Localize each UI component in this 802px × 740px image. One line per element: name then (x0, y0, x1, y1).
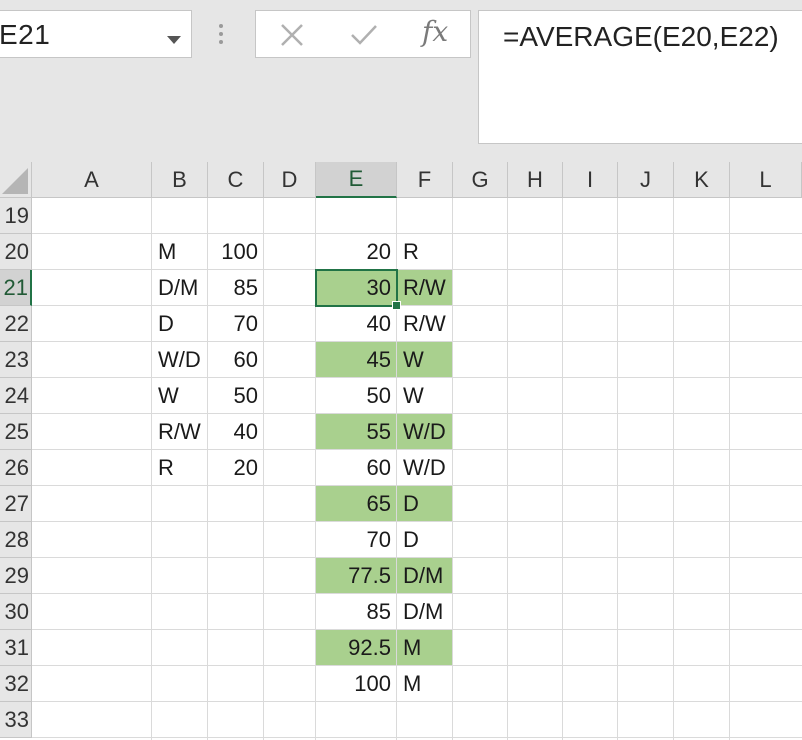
cell-b25[interactable]: R/W (152, 414, 208, 450)
cell-e25[interactable]: 55 (316, 414, 397, 450)
cell-c26[interactable]: 20 (208, 450, 264, 486)
chevron-down-icon[interactable] (167, 31, 181, 49)
insert-function-icon[interactable]: fx (422, 15, 448, 48)
column-header-b[interactable]: B (152, 162, 208, 198)
row-header-30[interactable]: 30 (0, 594, 32, 630)
formula-text[interactable]: =AVERAGE(E20,E22) (503, 21, 779, 53)
cell-b26[interactable]: R (152, 450, 208, 486)
gridline (729, 198, 730, 740)
cell-b20[interactable]: M (152, 234, 208, 270)
column-header-f[interactable]: F (397, 162, 453, 198)
cell-e29[interactable]: 77.5 (316, 558, 397, 594)
row-header-33[interactable]: 33 (0, 702, 32, 738)
row-header-25[interactable]: 25 (0, 414, 32, 450)
cell-b23[interactable]: W/D (152, 342, 208, 378)
column-header-l[interactable]: L (730, 162, 802, 198)
cell-f30[interactable]: D/M (397, 594, 453, 630)
row-header-23[interactable]: 23 (0, 342, 32, 378)
gridline (32, 737, 802, 738)
cell-e20[interactable]: 20 (316, 234, 397, 270)
cell-c23[interactable]: 60 (208, 342, 264, 378)
column-header-a[interactable]: A (32, 162, 152, 198)
cell-e28[interactable]: 70 (316, 522, 397, 558)
cell-c25[interactable]: 40 (208, 414, 264, 450)
cell-e27[interactable]: 65 (316, 486, 397, 522)
column-header-g[interactable]: G (453, 162, 508, 198)
cell-e31[interactable]: 92.5 (316, 630, 397, 666)
column-header-i[interactable]: I (563, 162, 618, 198)
cell-f31[interactable]: M (397, 630, 453, 666)
column-header-k[interactable]: K (674, 162, 730, 198)
cell-c21[interactable]: 85 (208, 270, 264, 306)
gridline (562, 198, 563, 740)
cell-f28[interactable]: D (397, 522, 453, 558)
cell-f25[interactable]: W/D (397, 414, 453, 450)
row-header-19[interactable]: 19 (0, 198, 32, 234)
column-header-d[interactable]: D (264, 162, 316, 198)
row-header-21[interactable]: 21 (0, 270, 32, 306)
row-header-24[interactable]: 24 (0, 378, 32, 414)
column-header-j[interactable]: J (618, 162, 674, 198)
row-header-31[interactable]: 31 (0, 630, 32, 666)
cell-b22[interactable]: D (152, 306, 208, 342)
formula-bar-buttons: fx (255, 10, 471, 58)
cell-f23[interactable]: W (397, 342, 453, 378)
name-box-value[interactable]: E21 (0, 19, 50, 51)
cell-b24[interactable]: W (152, 378, 208, 414)
cell-f29[interactable]: D/M (397, 558, 453, 594)
gridline (673, 198, 674, 740)
cell-e32[interactable]: 100 (316, 666, 397, 702)
cell-f26[interactable]: W/D (397, 450, 453, 486)
spreadsheet-grid[interactable]: A B C D E F G H I J K L 19 20 21 22 23 24 25 26 27 28 29 30 31 32… (0, 162, 802, 740)
select-all-button[interactable] (0, 162, 32, 198)
more-options-icon[interactable] (218, 22, 224, 51)
cell-f24[interactable]: W (397, 378, 453, 414)
formula-input[interactable]: =AVERAGE(E20,E22) (478, 10, 802, 144)
row-header-26[interactable]: 26 (0, 450, 32, 486)
cell-f22[interactable]: R/W (397, 306, 453, 342)
row-header-29[interactable]: 29 (0, 558, 32, 594)
cell-b21[interactable]: D/M (152, 270, 208, 306)
cell-e22[interactable]: 40 (316, 306, 397, 342)
fill-handle[interactable] (392, 301, 401, 310)
cell-f32[interactable]: M (397, 666, 453, 702)
row-header-28[interactable]: 28 (0, 522, 32, 558)
active-cell-border (315, 269, 398, 307)
cell-f21[interactable]: R/W (397, 270, 453, 306)
cell-f27[interactable]: D (397, 486, 453, 522)
cell-c24[interactable]: 50 (208, 378, 264, 414)
cell-c22[interactable]: 70 (208, 306, 264, 342)
row-header-32[interactable]: 32 (0, 666, 32, 702)
name-box[interactable]: E21 (0, 10, 192, 58)
cell-e26[interactable]: 60 (316, 450, 397, 486)
row-header-20[interactable]: 20 (0, 234, 32, 270)
column-header-c[interactable]: C (208, 162, 264, 198)
gridline (617, 198, 618, 740)
cell-e23[interactable]: 45 (316, 342, 397, 378)
cell-f20[interactable]: R (397, 234, 453, 270)
cell-e24[interactable]: 50 (316, 378, 397, 414)
cell-c20[interactable]: 100 (208, 234, 264, 270)
column-header-h[interactable]: H (508, 162, 563, 198)
cancel-icon[interactable] (280, 23, 304, 52)
row-header-22[interactable]: 22 (0, 306, 32, 342)
column-header-e[interactable]: E (316, 162, 397, 198)
checkmark-icon[interactable] (350, 23, 378, 52)
gridline (507, 198, 508, 740)
cell-e30[interactable]: 85 (316, 594, 397, 630)
row-header-27[interactable]: 27 (0, 486, 32, 522)
